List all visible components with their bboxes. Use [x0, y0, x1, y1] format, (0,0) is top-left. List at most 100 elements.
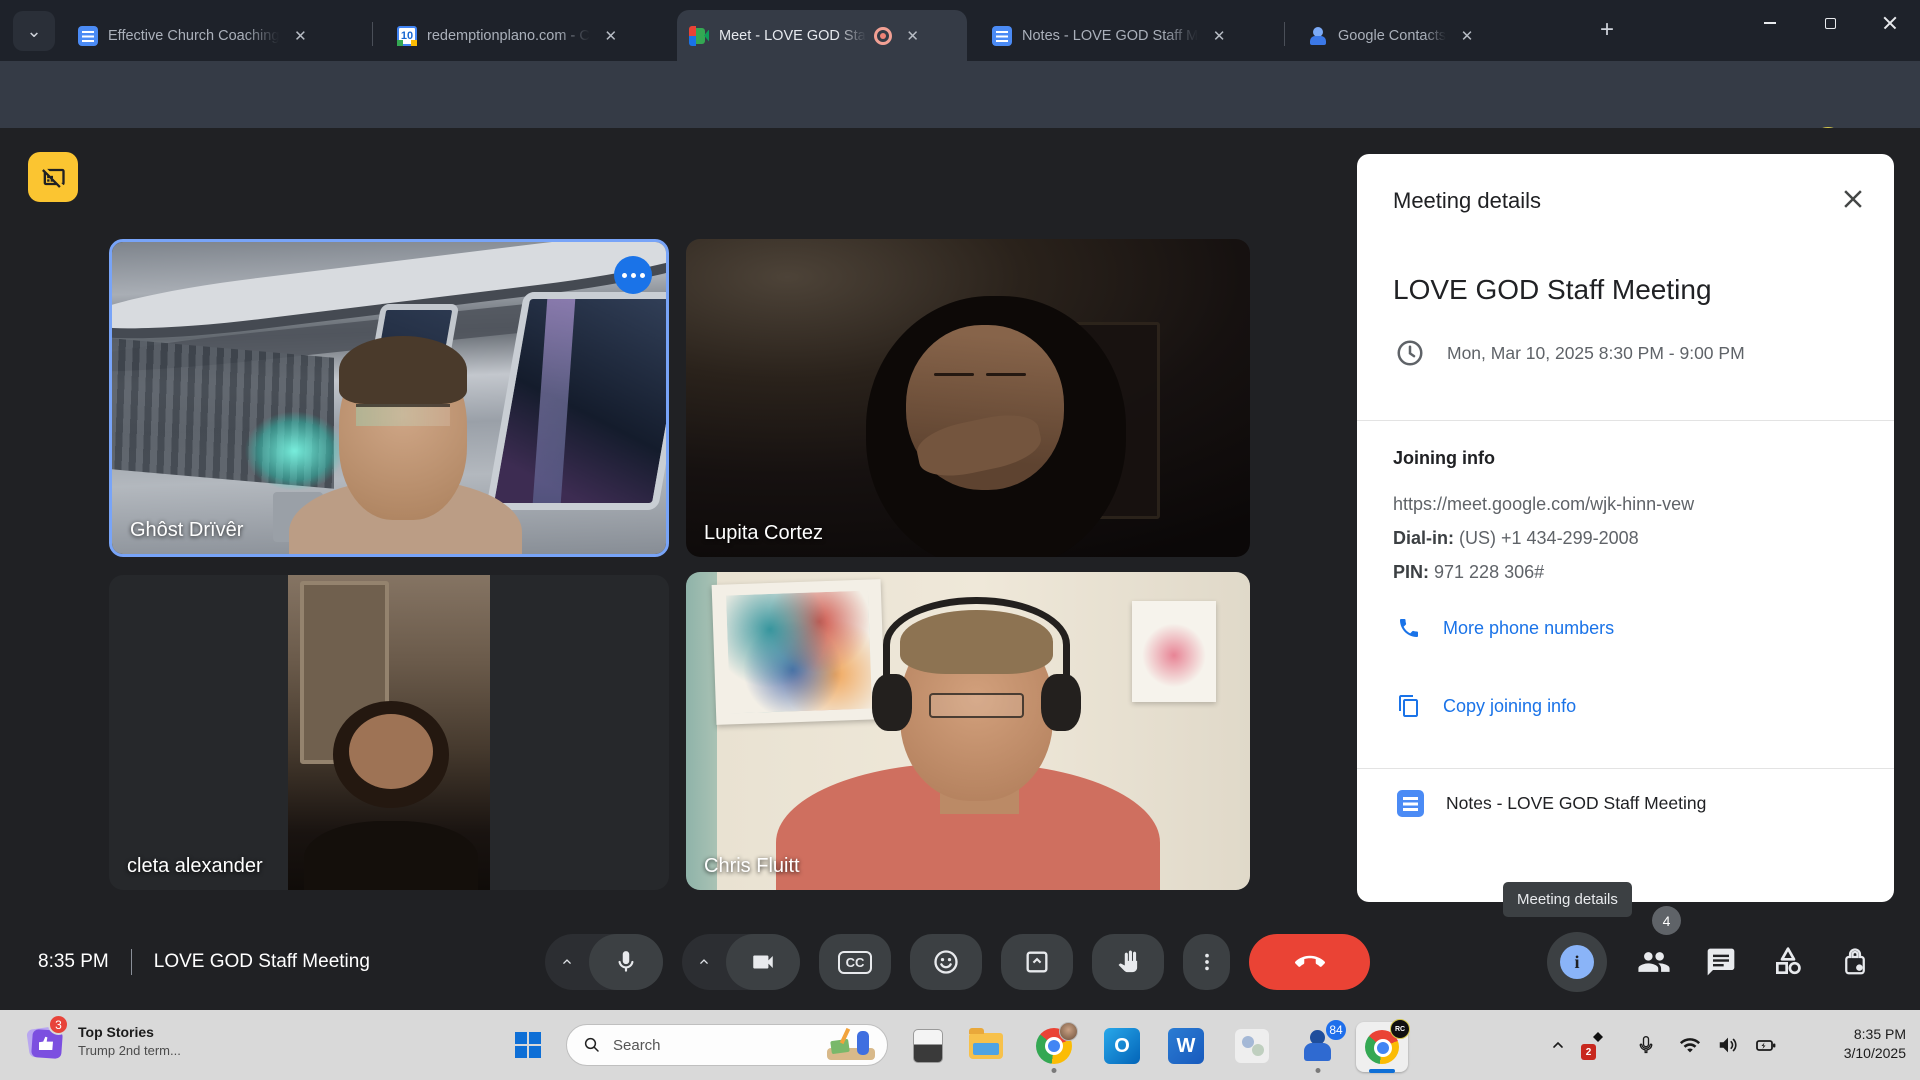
tray-battery[interactable] [1748, 1026, 1784, 1064]
activities-button[interactable] [1768, 934, 1808, 990]
present-icon [1023, 948, 1051, 976]
people-icon [1637, 945, 1671, 979]
word-icon: W [1168, 1028, 1204, 1064]
widget-subtitle: Trump 2nd term... [78, 1043, 181, 1058]
more-options-button[interactable] [1183, 934, 1230, 990]
tray-volume[interactable] [1710, 1026, 1746, 1064]
tray-app-icon[interactable]: 2 [1580, 1026, 1616, 1064]
participant-count-badge: 4 [1652, 906, 1681, 935]
video-tile-cleta-alexander[interactable]: cleta alexander [109, 575, 669, 890]
joining-info-heading: Joining info [1393, 448, 1495, 469]
video-feed [109, 575, 669, 890]
mic-button-group[interactable] [545, 934, 663, 990]
meeting-title: LOVE GOD Staff Meeting [1393, 274, 1712, 306]
windows-taskbar: 3 Top Stories Trump 2nd term... Search O… [0, 1010, 1920, 1080]
news-widget[interactable]: 3 Top Stories Trump 2nd term... [26, 1020, 181, 1062]
copy-joining-info-link[interactable]: Copy joining info [1397, 694, 1576, 718]
taskbar-app-photos[interactable] [908, 1026, 948, 1066]
keyboard-blocked-icon[interactable] [28, 152, 78, 202]
meeting-name-text: LOVE GOD Staff Meeting [154, 951, 370, 973]
video-feed [112, 242, 666, 554]
more-vertical-icon [1196, 951, 1218, 973]
maximize-button[interactable] [1800, 0, 1860, 46]
video-tile-ghost-driver[interactable]: Ghôst Drïvêr [109, 239, 669, 557]
host-controls-button[interactable] [1835, 934, 1875, 990]
meeting-details-panel: Meeting details LOVE GOD Staff Meeting M… [1357, 154, 1894, 902]
running-indicator [1316, 1068, 1321, 1073]
tab-effective-church[interactable]: Effective Church Coaching ✕ [66, 10, 352, 61]
raise-hand-icon [1115, 949, 1141, 975]
tile-more-options-icon[interactable] [614, 256, 652, 294]
microphone-icon[interactable] [589, 934, 663, 990]
search-icon [583, 1036, 601, 1054]
taskbar-app-people[interactable]: 84 [1298, 1026, 1338, 1066]
info-icon: i [1560, 945, 1594, 979]
tab-close-icon[interactable]: ✕ [1208, 25, 1230, 47]
camera-options-chevron-icon[interactable] [682, 954, 726, 970]
chat-button[interactable] [1701, 934, 1741, 990]
widget-icon: 3 [26, 1020, 66, 1062]
attached-notes-doc[interactable]: Notes - LOVE GOD Staff Meeting [1397, 790, 1706, 817]
captions-button[interactable]: CC [819, 934, 891, 990]
start-button[interactable] [510, 1027, 546, 1063]
mic-options-chevron-icon[interactable] [545, 954, 589, 970]
tray-wifi[interactable] [1672, 1026, 1708, 1064]
camera-button-group[interactable] [682, 934, 800, 990]
meet-main-area: Ghôst Drïvêr Lupita Cortez cleta alexand… [0, 128, 1920, 1010]
tray-show-hidden-icons[interactable] [1540, 1026, 1576, 1064]
taskbar-app-word[interactable]: W [1166, 1026, 1206, 1066]
video-tile-lupita-cortez[interactable]: Lupita Cortez [686, 239, 1250, 557]
close-window-button[interactable] [1860, 0, 1920, 46]
tray-microphone[interactable] [1628, 1026, 1664, 1064]
video-feed [686, 239, 1250, 557]
tab-search-button[interactable]: ⌄ [13, 11, 55, 51]
tab-notes[interactable]: Notes - LOVE GOD Staff M ✕ [980, 10, 1268, 61]
taskbar-app-outlook[interactable]: O [1102, 1026, 1142, 1066]
tab-close-icon[interactable]: ✕ [600, 25, 622, 47]
profile-photo-badge [1059, 1022, 1078, 1041]
tab-close-icon[interactable]: ✕ [902, 25, 924, 47]
taskbar-search[interactable]: Search [566, 1024, 888, 1066]
video-tile-chris-fluitt[interactable]: Chris Fluitt [686, 572, 1250, 890]
dial-in-line: Dial-in: (US) +1 434-299-2008 [1393, 528, 1639, 549]
tab-close-icon[interactable]: ✕ [289, 25, 311, 47]
taskbar-app-chrome-profile[interactable] [1034, 1026, 1074, 1066]
google-contacts-icon [1308, 26, 1328, 46]
folder-icon [969, 1033, 1003, 1059]
raise-hand-button[interactable] [1092, 934, 1164, 990]
profile-badge: RC [1390, 1019, 1410, 1039]
taskbar-app-pending[interactable] [1232, 1026, 1272, 1066]
present-screen-button[interactable] [1001, 934, 1073, 990]
close-panel-icon[interactable] [1838, 184, 1868, 214]
minimize-button[interactable] [1740, 0, 1800, 46]
tab-title: Meet - LOVE GOD Sta [719, 28, 866, 44]
tray-badge: 2 [1581, 1044, 1596, 1060]
taskbar-app-file-explorer[interactable] [966, 1026, 1006, 1066]
participant-name: Ghôst Drïvêr [130, 519, 243, 542]
taskbar-app-chrome-active[interactable]: RC [1356, 1022, 1408, 1072]
tray-date: 3/10/2025 [1844, 1044, 1906, 1063]
meeting-datetime: Mon, Mar 10, 2025 8:30 PM - 9:00 PM [1447, 343, 1745, 364]
tab-title: Google Contacts [1338, 28, 1446, 44]
reactions-button[interactable] [910, 934, 982, 990]
copy-icon [1397, 694, 1421, 718]
meeting-details-button[interactable]: i [1547, 932, 1607, 992]
google-docs-icon [78, 26, 98, 46]
tab-redemptionplano[interactable]: 10 redemptionplano.com - C ✕ [385, 10, 661, 61]
camera-icon[interactable] [726, 934, 800, 990]
speaker-icon [1717, 1034, 1739, 1056]
tray-clock[interactable]: 8:35 PM 3/10/2025 [1844, 1025, 1906, 1063]
tab-title: Effective Church Coaching [108, 28, 279, 44]
tab-close-icon[interactable]: ✕ [1456, 25, 1478, 47]
google-meet-icon [689, 26, 709, 46]
browser-tab-strip: ⌄ Effective Church Coaching ✕ 10 redempt… [0, 0, 1920, 61]
more-phone-numbers-link[interactable]: More phone numbers [1397, 616, 1614, 640]
tab-meet-active[interactable]: Meet - LOVE GOD Sta ✕ [677, 10, 967, 61]
new-tab-button[interactable]: + [1600, 16, 1614, 44]
panel-title: Meeting details [1393, 188, 1541, 214]
show-everyone-button[interactable] [1634, 934, 1674, 990]
wifi-icon [1679, 1034, 1701, 1056]
tab-google-contacts[interactable]: Google Contacts ✕ [1296, 10, 1576, 61]
tab-divider [1284, 22, 1285, 46]
leave-call-button[interactable] [1249, 934, 1370, 990]
